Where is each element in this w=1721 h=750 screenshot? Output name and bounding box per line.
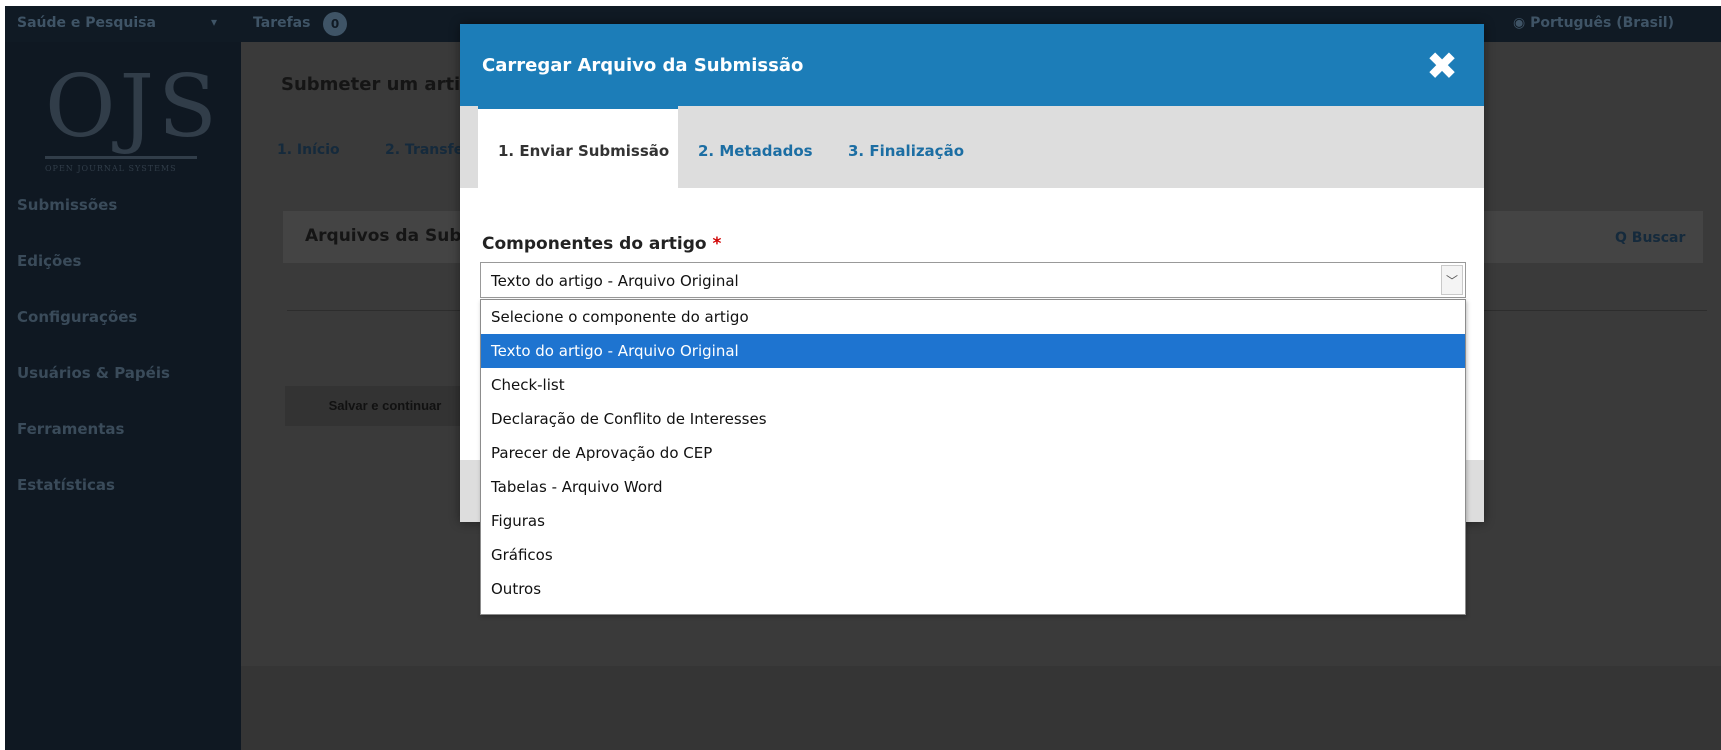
option-selecione[interactable]: Selecione o componente do artigo xyxy=(481,300,1465,334)
option-parecer-cep[interactable]: Parecer de Aprovação do CEP xyxy=(481,436,1465,470)
tasks-count-badge: 0 xyxy=(323,12,347,36)
field-label-text: Componentes do artigo xyxy=(482,234,707,254)
modal-title: Carregar Arquivo da Submissão xyxy=(482,55,804,76)
sidebar-item-estatisticas[interactable]: Estatísticas xyxy=(17,476,115,494)
chevron-down-icon[interactable]: ﹀ xyxy=(1441,265,1463,295)
tab-metadados[interactable]: 2. Metadados xyxy=(698,106,828,188)
option-outros[interactable]: Outros xyxy=(481,572,1465,606)
sidebar-item-edicoes[interactable]: Edições xyxy=(17,252,81,270)
logo-text: OJS xyxy=(45,57,221,157)
page-title: Submeter um artigo xyxy=(281,74,486,95)
chevron-down-icon: ▾ xyxy=(211,15,218,29)
logo-rule xyxy=(45,156,197,159)
sidebar-item-configuracoes[interactable]: Configurações xyxy=(17,308,137,326)
tab-finalizacao[interactable]: 3. Finalização xyxy=(848,106,988,188)
logo-subtitle: OPEN JOURNAL SYSTEMS xyxy=(45,164,177,173)
option-declaracao-conflito[interactable]: Declaração de Conflito de Interesses xyxy=(481,402,1465,436)
option-figuras[interactable]: Figuras xyxy=(481,504,1465,538)
ojs-logo: OJS OPEN JOURNAL SYSTEMS xyxy=(45,57,221,184)
sidebar: OJS OPEN JOURNAL SYSTEMS Submissões Ediç… xyxy=(5,42,241,750)
select-current-value: Texto do artigo - Arquivo Original xyxy=(491,272,739,290)
option-graficos[interactable]: Gráficos xyxy=(481,538,1465,572)
modal-header: Carregar Arquivo da Submissão ✖ xyxy=(460,24,1484,106)
option-texto-artigo[interactable]: Texto do artigo - Arquivo Original xyxy=(481,334,1465,368)
article-component-options: Selecione o componente do artigo Texto d… xyxy=(480,299,1466,615)
sidebar-item-usuarios-papeis[interactable]: Usuários & Papéis xyxy=(17,364,170,382)
wizard-tab-inicio[interactable]: 1. Início xyxy=(277,142,340,158)
close-icon[interactable]: ✖ xyxy=(1422,46,1462,86)
sidebar-item-submissoes[interactable]: Submissões xyxy=(17,196,117,214)
search-link[interactable]: Q Buscar xyxy=(1615,230,1685,246)
sidebar-item-ferramentas[interactable]: Ferramentas xyxy=(17,420,124,438)
language-switcher[interactable]: ◉ Português (Brasil) xyxy=(1513,15,1674,31)
tab-enviar-submissao[interactable]: 1. Enviar Submissão xyxy=(478,106,678,188)
save-continue-button[interactable]: Salvar e continuar xyxy=(285,386,465,426)
article-component-select[interactable]: Texto do artigo - Arquivo Original ﹀ xyxy=(480,262,1466,298)
option-check-list[interactable]: Check-list xyxy=(481,368,1465,402)
journal-context-switcher[interactable]: Saúde e Pesquisa xyxy=(17,15,156,31)
tasks-link[interactable]: Tarefas xyxy=(253,15,310,31)
option-tabelas[interactable]: Tabelas - Arquivo Word xyxy=(481,470,1465,504)
required-marker: * xyxy=(712,234,722,254)
article-component-label: Componentes do artigo * xyxy=(482,234,721,254)
modal-tabs: 1. Enviar Submissão 2. Metadados 3. Fina… xyxy=(460,106,1484,188)
page-footer xyxy=(241,666,1721,750)
